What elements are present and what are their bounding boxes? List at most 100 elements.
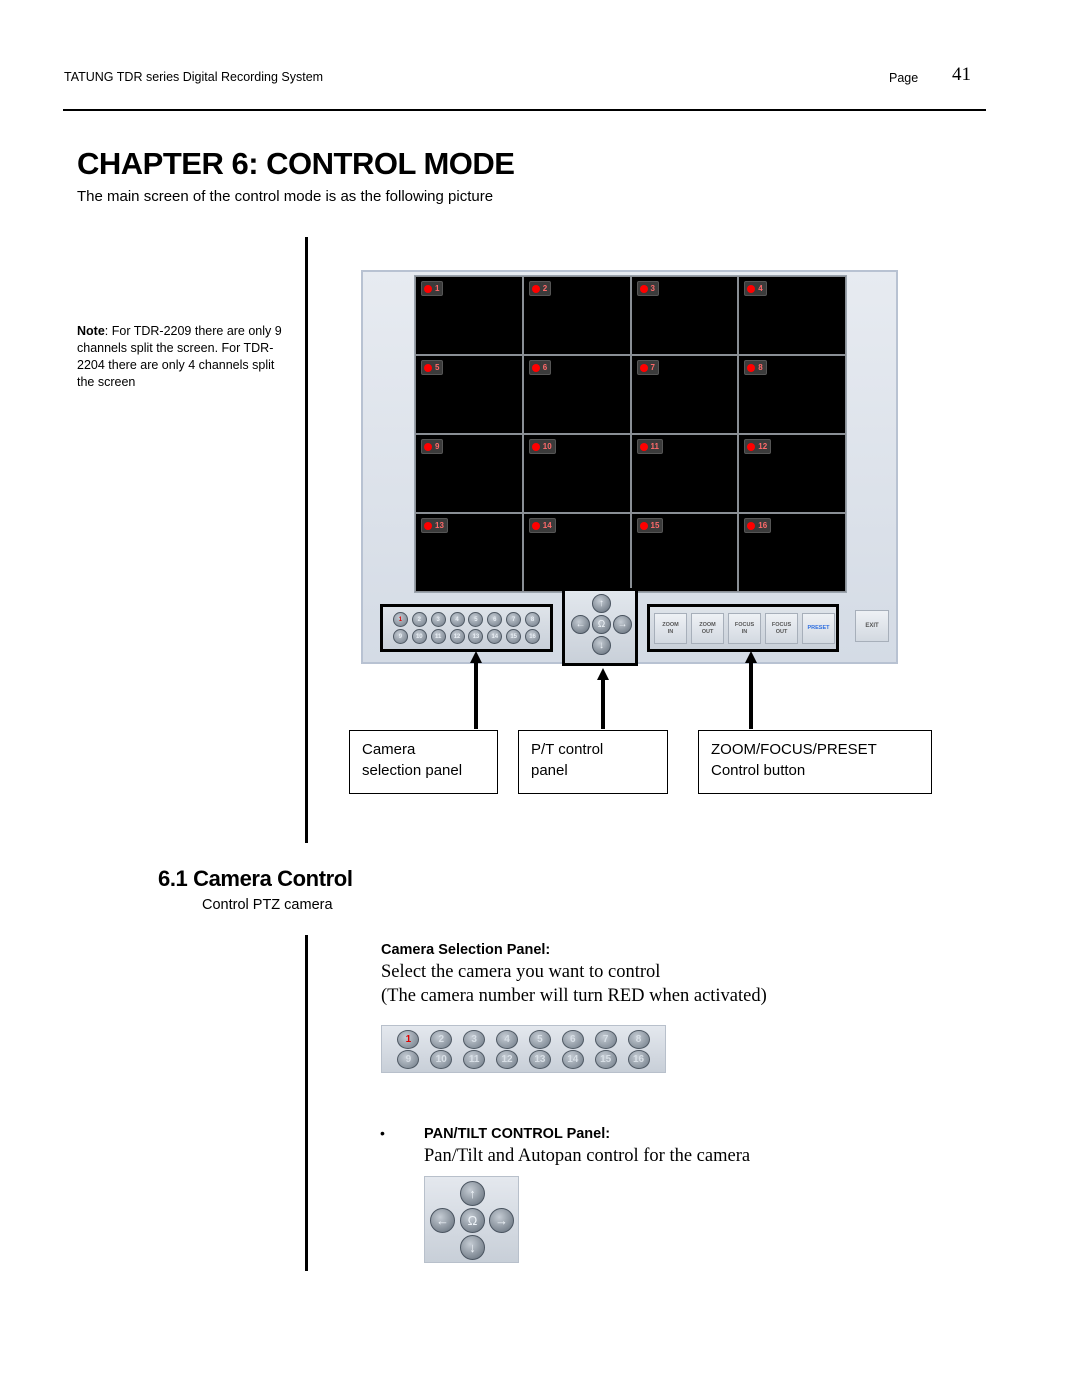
camera-button[interactable]: 15 [506,629,522,644]
arrow-down-icon: ↓ [599,639,604,651]
callout-arrow-head [470,651,482,663]
channel-cell[interactable]: 12 [739,435,845,512]
record-indicator-icon [747,363,756,372]
record-indicator-icon [531,284,540,293]
autopan-button[interactable]: Ω [592,615,611,634]
channel-label: 10 [528,439,556,454]
camera-button[interactable]: 6 [487,612,503,627]
arrow-down-icon: ↓ [469,1240,476,1255]
arrow-right-icon: → [495,1213,508,1228]
channel-label: 3 [636,281,659,296]
camera-button[interactable]: 16 [525,629,541,644]
camera-button[interactable]: 13 [468,629,484,644]
camera-button[interactable]: 1 [392,612,408,627]
record-indicator-icon [531,442,540,451]
camera-selection-note: (The camera number will turn RED when ac… [381,986,767,1006]
record-indicator-icon [424,521,432,530]
camera-button[interactable]: 3 [463,1029,486,1049]
channel-number: 1 [435,283,440,293]
camera-button[interactable]: 3 [430,612,446,627]
channel-cell[interactable]: 4 [739,277,845,354]
control-bar: 1 2 3 4 5 6 7 8 9 10 11 12 13 14 15 16 ↑ ← Ω → ↓ ZOOM I… [363,588,896,666]
record-indicator-icon [531,363,540,372]
pan-left-button[interactable]: ← [571,615,590,634]
camera-button[interactable]: 14 [487,629,503,644]
bullet: • [380,1125,385,1141]
camera-button[interactable]: 12 [496,1049,519,1069]
channel-cell[interactable]: 3 [631,277,738,354]
camera-button[interactable]: 11 [430,629,446,644]
tilt-down-button[interactable]: ↓ [460,1235,485,1260]
camera-button[interactable]: 7 [506,612,522,627]
channel-cell[interactable]: 16 [739,514,845,591]
channel-cell[interactable]: 13 [416,514,522,591]
camera-button[interactable]: 2 [411,612,427,627]
camera-button[interactable]: 9 [397,1049,420,1069]
camera-button[interactable]: 4 [496,1029,519,1049]
callout-arrow-head [745,651,757,663]
pan-right-button[interactable]: → [613,615,632,634]
channel-label: 8 [744,360,767,375]
pan-tilt-heading: PAN/TILT CONTROL Panel: [424,1126,611,1142]
autopan-button[interactable]: Ω [460,1208,485,1233]
channel-cell[interactable]: 11 [631,435,738,512]
channel-cell[interactable]: 14 [523,514,630,591]
camera-button[interactable]: 13 [528,1049,551,1069]
channel-number: 4 [758,283,763,293]
camera-button[interactable]: 11 [463,1049,486,1069]
channel-cell[interactable]: 9 [416,435,522,512]
zoom-out-button[interactable]: ZOOM OUT [691,613,724,644]
zoom-in-button[interactable]: ZOOM IN [654,613,687,644]
camera-button[interactable]: 12 [449,629,465,644]
preset-button[interactable]: PRESET [802,613,835,644]
exit-button[interactable]: EXIT [855,610,889,642]
camera-button[interactable]: 9 [392,629,408,644]
tilt-up-button[interactable]: ↑ [592,594,611,613]
camera-button[interactable]: 14 [561,1049,584,1069]
focus-in-button[interactable]: FOCUS IN [728,613,761,644]
camera-button[interactable]: 1 [397,1029,420,1049]
channel-cell[interactable]: 2 [523,277,630,354]
channel-cell[interactable]: 1 [416,277,522,354]
channel-label: 1 [421,281,444,296]
pan-left-button[interactable]: ← [430,1208,455,1233]
camera-button[interactable]: 10 [430,1049,453,1069]
camera-button[interactable]: 7 [594,1029,617,1049]
channel-label: 9 [421,439,444,454]
channel-number: 6 [542,362,548,372]
channel-cell[interactable]: 8 [739,356,845,433]
pan-right-button[interactable]: → [489,1208,514,1233]
tilt-down-button[interactable]: ↓ [592,636,611,655]
arrow-up-icon: ↑ [599,597,604,609]
camera-button[interactable]: 5 [468,612,484,627]
camera-button[interactable]: 5 [528,1029,551,1049]
camera-button[interactable]: 8 [525,612,541,627]
channel-label: 7 [636,360,659,375]
camera-button[interactable]: 6 [561,1029,584,1049]
channel-cell[interactable]: 7 [631,356,738,433]
pan-tilt-text: Pan/Tilt and Autopan control for the cam… [424,1146,751,1166]
tilt-up-button[interactable]: ↑ [460,1181,485,1206]
channel-grid: 1 2 3 4 5 6 7 8 9 10 11 12 13 14 15 16 [414,275,847,593]
channel-cell[interactable]: 15 [631,514,738,591]
record-indicator-icon [639,521,648,530]
camera-button[interactable]: 15 [594,1049,617,1069]
record-indicator-icon [747,442,756,451]
camera-button[interactable]: 8 [627,1029,650,1049]
chapter-intro: The main screen of the control mode is a… [77,188,494,205]
margin-bar [305,237,308,843]
record-indicator-icon [639,284,648,293]
zoom-focus-preset-panel: ZOOM IN ZOOM OUT FOCUS IN FOCUS OUT PRESET [647,604,839,652]
channel-cell[interactable]: 10 [523,435,630,512]
document-title: TATUNG TDR series Digital Recording Syst… [64,70,324,84]
camera-button[interactable]: 4 [449,612,465,627]
channel-cell[interactable]: 5 [416,356,522,433]
focus-out-button[interactable]: FOCUS OUT [765,613,798,644]
channel-cell[interactable]: 6 [523,356,630,433]
channel-number: 14 [542,520,552,530]
channel-number: 7 [650,362,655,372]
callout-camera-selection: Camera selection panel [349,730,498,794]
camera-button[interactable]: 10 [411,629,427,644]
camera-button[interactable]: 2 [430,1029,453,1049]
camera-button[interactable]: 16 [627,1049,650,1069]
